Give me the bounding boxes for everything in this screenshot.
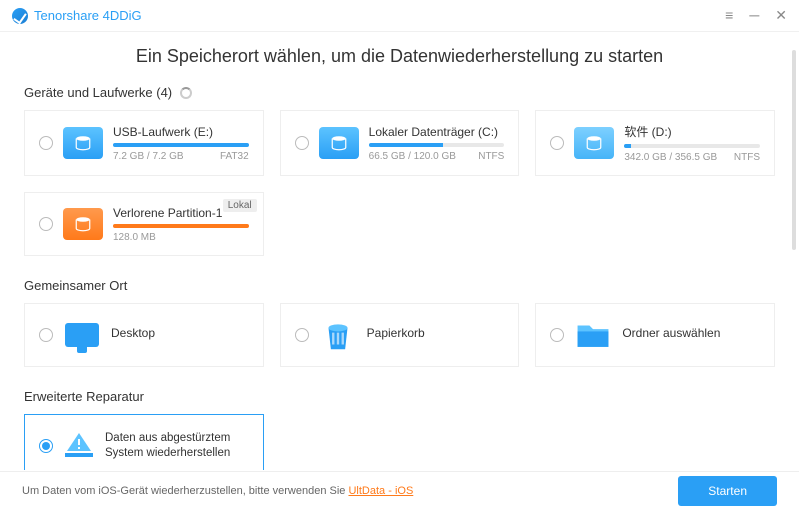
brand: Tenorshare 4DDiG xyxy=(12,8,142,24)
scrollbar[interactable] xyxy=(792,50,796,250)
radio-icon[interactable] xyxy=(550,136,564,150)
common-heading: Gemeinsamer Ort xyxy=(24,278,775,293)
start-button[interactable]: Starten xyxy=(678,476,777,506)
drive-name: USB-Laufwerk (E:) xyxy=(113,125,249,139)
drive-icon xyxy=(63,208,103,240)
drives-grid: USB-Laufwerk (E:) 7.2 GB / 7.2 GB FAT32 Lok… xyxy=(24,110,775,256)
radio-icon[interactable] xyxy=(39,439,53,453)
drives-heading: Geräte und Laufwerke (4) xyxy=(24,85,775,100)
drive-size: 128.0 MB xyxy=(113,232,156,243)
drive-icon xyxy=(574,127,614,159)
advanced-text: Daten aus abgestürztem System wiederhers… xyxy=(105,431,249,461)
folder-icon xyxy=(574,319,612,351)
titlebar: Tenorshare 4DDiG ≡ ─ ✕ xyxy=(0,0,799,32)
warning-icon xyxy=(63,429,95,464)
drive-name: Lokaler Datenträger (C:) xyxy=(369,125,505,139)
location-card[interactable]: Ordner auswählen xyxy=(535,303,775,367)
advanced-heading: Erweiterte Reparatur xyxy=(24,389,775,404)
drive-card[interactable]: LokalVerlorene Partition-1128.0 MB xyxy=(24,192,264,256)
drive-fs: FAT32 xyxy=(220,151,249,162)
drive-icon xyxy=(319,127,359,159)
page-title: Ein Speicherort wählen, um die Datenwied… xyxy=(24,46,775,67)
drive-name: 软件 (D:) xyxy=(624,123,760,140)
location-name: Ordner auswählen xyxy=(622,326,720,340)
location-card[interactable]: Desktop xyxy=(24,303,264,367)
location-card[interactable]: Papierkorb xyxy=(280,303,520,367)
footer-text: Um Daten vom iOS-Gerät wiederherzustelle… xyxy=(22,485,413,497)
location-name: Papierkorb xyxy=(367,326,425,340)
location-name: Desktop xyxy=(111,326,155,340)
minimize-icon[interactable]: ─ xyxy=(749,7,759,24)
drive-card[interactable]: Lokaler Datenträger (C:) 66.5 GB / 120.0 … xyxy=(280,110,520,176)
logo-icon xyxy=(12,8,28,24)
usage-bar xyxy=(624,144,760,148)
window-controls: ≡ ─ ✕ xyxy=(725,7,787,24)
ultdata-link[interactable]: UltData - iOS xyxy=(348,485,413,497)
badge: Lokal xyxy=(223,199,257,212)
monitor-icon xyxy=(63,319,101,351)
drive-card[interactable]: 软件 (D:) 342.0 GB / 356.5 GB NTFS xyxy=(535,110,775,176)
drive-size: 7.2 GB / 7.2 GB xyxy=(113,151,184,162)
common-grid: Desktop Papierkorb Ordner auswählen xyxy=(24,303,775,367)
drive-size: 342.0 GB / 356.5 GB xyxy=(624,152,717,163)
menu-icon[interactable]: ≡ xyxy=(725,7,733,24)
drive-fs: NTFS xyxy=(734,152,760,163)
radio-icon[interactable] xyxy=(295,328,309,342)
brand-name: Tenorshare 4DDiG xyxy=(34,8,142,23)
drive-card[interactable]: USB-Laufwerk (E:) 7.2 GB / 7.2 GB FAT32 xyxy=(24,110,264,176)
usage-bar xyxy=(113,224,249,228)
usage-bar xyxy=(369,143,505,147)
close-icon[interactable]: ✕ xyxy=(775,7,787,24)
advanced-repair-card[interactable]: Daten aus abgestürztem System wiederhers… xyxy=(24,414,264,470)
radio-icon[interactable] xyxy=(39,328,53,342)
radio-icon[interactable] xyxy=(39,217,53,231)
drive-fs: NTFS xyxy=(478,151,504,162)
trash-icon xyxy=(319,319,357,351)
main: Ein Speicherort wählen, um die Datenwied… xyxy=(0,32,799,470)
radio-icon[interactable] xyxy=(39,136,53,150)
drive-size: 66.5 GB / 120.0 GB xyxy=(369,151,456,162)
usage-bar xyxy=(113,143,249,147)
radio-icon[interactable] xyxy=(295,136,309,150)
drive-icon xyxy=(63,127,103,159)
footer: Um Daten vom iOS-Gerät wiederherzustelle… xyxy=(0,471,799,509)
radio-icon[interactable] xyxy=(550,328,564,342)
loading-icon xyxy=(180,87,192,99)
